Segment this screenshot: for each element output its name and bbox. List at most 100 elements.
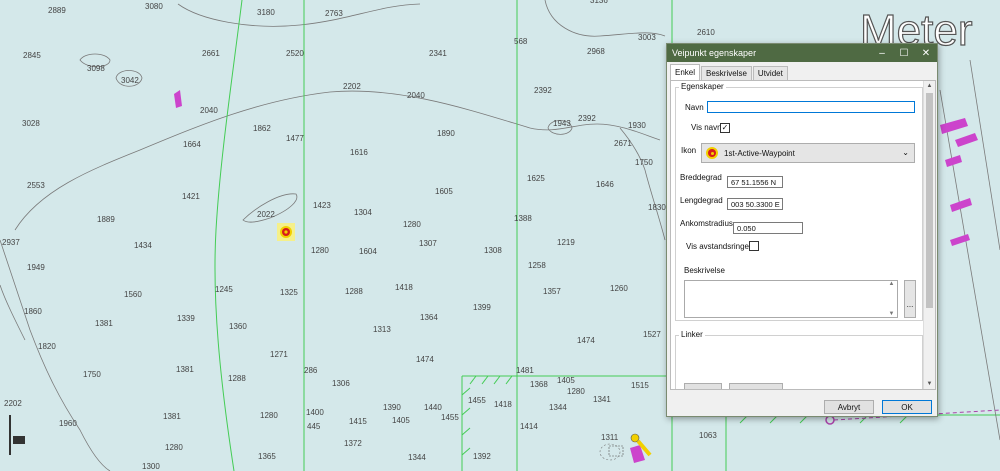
icon-dropdown-value: 1st-Active-Waypoint bbox=[724, 149, 795, 158]
depth-sounding: 1400 bbox=[306, 408, 324, 417]
name-label: Navn bbox=[685, 103, 704, 112]
scroll-down-arrow-icon[interactable]: ▼ bbox=[924, 379, 935, 389]
depth-sounding: 1399 bbox=[473, 303, 491, 312]
depth-sounding: 445 bbox=[307, 422, 321, 431]
depth-sounding: 1604 bbox=[359, 247, 377, 256]
tab-description[interactable]: Beskrivelse bbox=[701, 66, 752, 80]
links-group bbox=[675, 335, 923, 389]
tab-strip: Enkel Beskrivelse Utvidet bbox=[670, 64, 789, 80]
cancel-button[interactable]: Avbryt bbox=[824, 400, 874, 414]
edit-link-button[interactable] bbox=[729, 383, 783, 389]
depth-sounding: 1381 bbox=[176, 365, 194, 374]
depth-sounding: 1405 bbox=[557, 376, 575, 385]
depth-sounding: 1357 bbox=[543, 287, 561, 296]
depth-sounding: 1605 bbox=[435, 187, 453, 196]
waypoint-marker-icon[interactable] bbox=[277, 223, 295, 241]
depth-sounding: 1405 bbox=[392, 416, 410, 425]
depth-sounding: 1943 bbox=[553, 119, 571, 128]
depth-sounding: 1890 bbox=[437, 129, 455, 138]
minimize-button[interactable]: – bbox=[871, 44, 893, 62]
depth-sounding: 1625 bbox=[527, 174, 545, 183]
depth-sounding: 1364 bbox=[420, 313, 438, 322]
depth-sounding: 1930 bbox=[628, 121, 646, 130]
latitude-input[interactable]: 67 51.1556 N bbox=[727, 176, 783, 188]
depth-sounding: 3028 bbox=[22, 119, 40, 128]
depth-sounding: 1325 bbox=[280, 288, 298, 297]
scroll-down-icon[interactable]: ▼ bbox=[889, 311, 895, 317]
depth-sounding: 1280 bbox=[260, 411, 278, 420]
maximize-button[interactable]: ☐ bbox=[893, 44, 915, 62]
description-label: Beskrivelse bbox=[684, 266, 725, 275]
depth-sounding: 1388 bbox=[514, 214, 532, 223]
add-link-button[interactable] bbox=[684, 383, 722, 389]
depth-sounding: 1300 bbox=[142, 462, 160, 471]
depth-sounding: 1434 bbox=[134, 241, 152, 250]
depth-sounding: 3180 bbox=[257, 8, 275, 17]
depth-sounding: 1423 bbox=[313, 201, 331, 210]
tab-simple[interactable]: Enkel bbox=[670, 64, 701, 80]
dialog-title: Veipunkt egenskaper bbox=[672, 48, 757, 58]
depth-sounding: 1889 bbox=[97, 215, 115, 224]
depth-sounding: 1646 bbox=[596, 180, 614, 189]
depth-sounding: 1308 bbox=[484, 246, 502, 255]
arrival-radius-label: Ankomstradius bbox=[680, 219, 733, 228]
name-input[interactable] bbox=[707, 101, 915, 113]
depth-sounding: 2202 bbox=[4, 399, 22, 408]
longitude-label: Lengdegrad bbox=[680, 196, 723, 205]
depth-sounding: 2610 bbox=[697, 28, 715, 37]
depth-sounding: 2392 bbox=[534, 86, 552, 95]
depth-sounding: 2040 bbox=[200, 106, 218, 115]
depth-sounding: 1288 bbox=[345, 287, 363, 296]
tab-panel-simple: Egenskaper Navn Vis navn ✓ Ikon 1st-Acti… bbox=[670, 80, 936, 390]
range-rings-checkbox[interactable] bbox=[749, 241, 759, 251]
depth-sounding: 1280 bbox=[567, 387, 585, 396]
depth-sounding: 1820 bbox=[38, 342, 56, 351]
range-rings-label: Vis avstandsringer bbox=[686, 242, 752, 251]
show-name-label: Vis navn bbox=[691, 123, 722, 132]
depth-sounding: 1390 bbox=[383, 403, 401, 412]
depth-sounding: 568 bbox=[514, 37, 528, 46]
depth-sounding: 2845 bbox=[23, 51, 41, 60]
scrollbar-thumb[interactable] bbox=[926, 93, 933, 308]
depth-sounding: 3003 bbox=[638, 33, 656, 42]
close-button[interactable]: ✕ bbox=[915, 44, 937, 62]
depth-sounding: 1960 bbox=[59, 419, 77, 428]
depth-sounding: 2671 bbox=[614, 139, 632, 148]
panel-scrollbar[interactable]: ▲ ▼ bbox=[923, 81, 935, 389]
depth-sounding: 1360 bbox=[229, 322, 247, 331]
depth-sounding: 3080 bbox=[145, 2, 163, 11]
browse-description-button[interactable]: ... bbox=[904, 280, 916, 318]
links-group-label: Linker bbox=[679, 330, 705, 339]
longitude-input[interactable]: 003 50.3300 E bbox=[727, 198, 783, 210]
depth-sounding: 1339 bbox=[177, 314, 195, 323]
active-waypoint-icon bbox=[706, 147, 718, 159]
depth-sounding: 1862 bbox=[253, 124, 271, 133]
depth-sounding: 1280 bbox=[311, 246, 329, 255]
tab-extended[interactable]: Utvidet bbox=[752, 66, 788, 80]
depth-sounding: 1219 bbox=[557, 238, 575, 247]
depth-sounding: 1306 bbox=[332, 379, 350, 388]
depth-sounding: 1258 bbox=[528, 261, 546, 270]
depth-sounding: 1307 bbox=[419, 239, 437, 248]
dialog-titlebar[interactable]: Veipunkt egenskaper – ☐ ✕ bbox=[667, 44, 937, 62]
depth-sounding: 1372 bbox=[344, 439, 362, 448]
depth-sounding: 1440 bbox=[424, 403, 442, 412]
depth-sounding: 2937 bbox=[2, 238, 20, 247]
description-textarea[interactable]: ▲ ▼ bbox=[684, 280, 898, 318]
latitude-label: Breddegrad bbox=[680, 173, 722, 182]
depth-sounding: 1381 bbox=[95, 319, 113, 328]
depth-sounding: 1481 bbox=[516, 366, 534, 375]
depth-sounding: 2520 bbox=[286, 49, 304, 58]
show-name-checkbox[interactable]: ✓ bbox=[720, 123, 730, 133]
scroll-up-icon[interactable]: ▲ bbox=[889, 281, 895, 287]
depth-sounding: 1063 bbox=[699, 431, 717, 440]
ok-button[interactable]: OK bbox=[882, 400, 932, 414]
depth-sounding: 1280 bbox=[403, 220, 421, 229]
arrival-radius-input[interactable]: 0.050 bbox=[733, 222, 803, 234]
depth-sounding: 1260 bbox=[610, 284, 628, 293]
scroll-up-arrow-icon[interactable]: ▲ bbox=[924, 81, 935, 91]
icon-dropdown[interactable]: 1st-Active-Waypoint ⌄ bbox=[701, 143, 915, 163]
depth-sounding: 1477 bbox=[286, 134, 304, 143]
depth-sounding: 1344 bbox=[549, 403, 567, 412]
depth-sounding: 1474 bbox=[577, 336, 595, 345]
